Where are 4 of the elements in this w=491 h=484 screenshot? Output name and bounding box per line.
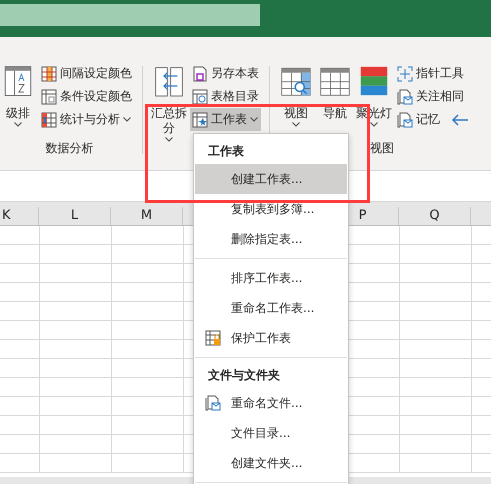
menu-heading: 文件与文件夹 — [207, 367, 281, 384]
group-label: 视图 — [370, 141, 394, 155]
menu-heading: 工作表 — [207, 143, 245, 160]
group-label: 数据分析 — [46, 141, 94, 155]
